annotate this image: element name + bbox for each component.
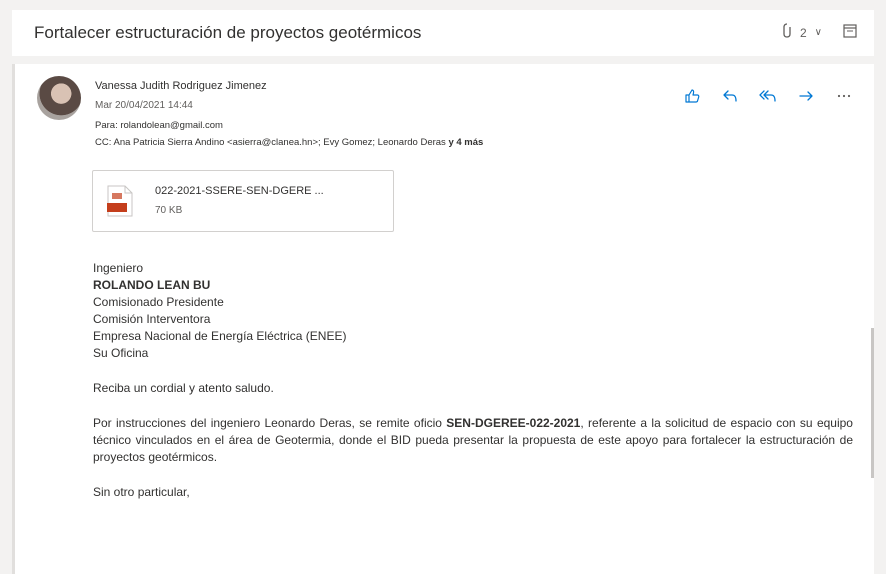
recipient-name: ROLANDO LEAN BU [93, 278, 211, 292]
main-paragraph: Por instrucciones del ingeniero Leonardo… [93, 415, 853, 466]
paperclip-icon [782, 23, 792, 42]
recipient-org-1: Comisión Interventora [93, 312, 211, 326]
cc-line: CC: Ana Patricia Sierra Andino <asierra@… [95, 137, 483, 148]
attachment-size: 70 KB [155, 205, 183, 216]
greeting: Reciba un cordial y atento saludo. [93, 381, 274, 395]
avatar[interactable] [37, 76, 81, 120]
sender-name[interactable]: Vanessa Judith Rodriguez Jimenez [95, 80, 267, 92]
recipient-office: Su Oficina [93, 346, 149, 360]
more-actions-button[interactable] [834, 86, 854, 106]
reply-all-icon [759, 90, 776, 102]
salutation: Ingeniero [93, 261, 144, 275]
message-body: Ingeniero ROLANDO LEAN BU Comisionado Pr… [93, 260, 853, 501]
reply-button[interactable] [720, 86, 740, 106]
cc-recipients[interactable]: Ana Patricia Sierra Andino <asierra@clan… [114, 137, 446, 148]
message-date: Mar 20/04/2021 14:44 [95, 100, 193, 111]
closing: Sin otro particular, [93, 485, 190, 499]
recipient-title: Comisionado Presidente [93, 295, 224, 309]
more-icon [837, 94, 851, 98]
to-recipient[interactable]: rolandolean@gmail.com [120, 120, 223, 131]
pdf-file-icon [107, 185, 133, 217]
chevron-down-icon[interactable]: ∨ [815, 27, 822, 38]
recipient-org-2: Empresa Nacional de Energía Eléctrica (E… [93, 329, 347, 343]
to-label: Para: [95, 120, 118, 131]
thread-controls: 2 ∨ [782, 23, 858, 42]
cc-more-link[interactable]: y 4 más [448, 137, 483, 148]
forward-icon [799, 91, 813, 101]
thumbs-up-icon [685, 89, 700, 103]
scrollbar[interactable] [871, 328, 874, 478]
cc-label: CC: [95, 137, 112, 148]
document-reference: SEN-DGEREE-022-2021 [446, 416, 581, 430]
to-line: Para: rolandolean@gmail.com [95, 120, 223, 131]
thread-title: Fortalecer estructuración de proyectos g… [34, 23, 422, 42]
reply-icon [723, 90, 737, 102]
attachment-card[interactable]: 022-2021-SSERE-SEN-DGERE ... 70 KB [92, 170, 394, 232]
message-card: Vanessa Judith Rodriguez Jimenez Mar 20/… [12, 64, 874, 574]
reply-all-button[interactable] [758, 86, 778, 106]
open-in-window-icon[interactable] [842, 23, 858, 42]
forward-button[interactable] [796, 86, 816, 106]
message-actions [682, 86, 854, 106]
thread-header: Fortalecer estructuración de proyectos g… [12, 10, 874, 56]
paragraph-start: Por instrucciones del ingeniero Leonardo… [93, 416, 447, 430]
like-button[interactable] [682, 86, 702, 106]
attachment-count[interactable]: 2 [800, 26, 807, 40]
attachment-name: 022-2021-SSERE-SEN-DGERE ... [155, 185, 324, 197]
